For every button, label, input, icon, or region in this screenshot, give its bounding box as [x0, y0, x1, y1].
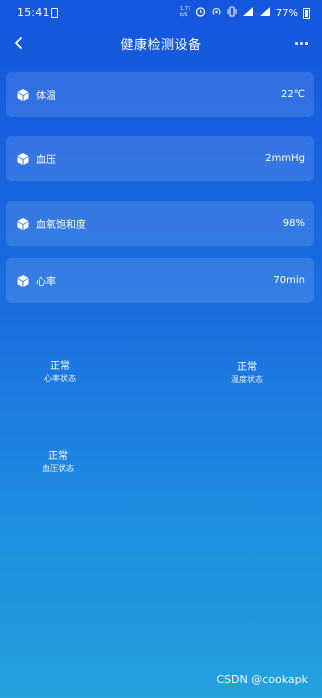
- page-title: 健康检测设备: [120, 38, 202, 53]
- more-button[interactable]: [288, 32, 314, 54]
- watermark: CSDN @cookapk: [216, 673, 308, 686]
- metric-label: 血氧饱和度: [36, 220, 86, 231]
- metric-card-blood-oxygen[interactable]: 血氧饱和度 98%: [6, 201, 314, 246]
- metric-label: 体温: [36, 91, 56, 102]
- status-value: 正常: [48, 451, 68, 462]
- status-temperature: 正常 温度状态: [207, 361, 287, 386]
- metric-label: 血压: [36, 155, 56, 166]
- sim-icon: [51, 8, 58, 18]
- cube-icon: [16, 274, 30, 288]
- metric-value: 22℃: [281, 89, 305, 100]
- vibrate-icon: [227, 5, 237, 21]
- status-bar: 15:41 1.77 K/S 77%: [0, 0, 322, 26]
- metric-card-temperature[interactable]: 体温 22℃: [6, 72, 314, 117]
- battery-percent: 77%: [275, 7, 298, 19]
- svg-text:1.77: 1.77: [180, 6, 190, 12]
- signal-1-icon: [242, 6, 254, 21]
- metric-card-heart-rate[interactable]: 心率 70min: [6, 258, 314, 303]
- metric-value: 98%: [282, 218, 305, 229]
- status-label: 心率状态: [44, 374, 76, 383]
- metric-value: 70min: [273, 275, 305, 286]
- network-speed-icon: 1.77 K/S: [180, 5, 191, 21]
- more-dot: [294, 41, 298, 45]
- status-value: 正常: [237, 362, 257, 373]
- more-dot: [304, 41, 308, 45]
- status-label: 血压状态: [42, 464, 74, 473]
- metric-label: 心率: [36, 277, 56, 288]
- cube-icon: [16, 88, 30, 102]
- alarm-icon: [195, 6, 206, 21]
- hotspot-icon: [211, 6, 222, 21]
- status-time: 15:41: [17, 6, 50, 19]
- metric-value: 2mmHg: [265, 153, 305, 164]
- status-heart-rate: 正常 心率状态: [20, 360, 100, 385]
- status-value: 正常: [50, 361, 70, 372]
- status-label: 温度状态: [231, 375, 263, 384]
- more-dot: [299, 41, 303, 45]
- cube-icon: [16, 152, 30, 166]
- metric-card-blood-pressure[interactable]: 血压 2mmHg: [6, 136, 314, 181]
- cube-icon: [16, 217, 30, 231]
- nav-bar: 健康检测设备: [0, 28, 322, 58]
- signal-2-icon: [259, 6, 271, 21]
- status-icons: 1.77 K/S 77%: [180, 5, 310, 21]
- battery-icon: [303, 7, 310, 19]
- svg-text:K/S: K/S: [180, 12, 187, 17]
- status-blood-pressure: 正常 血压状态: [18, 450, 98, 475]
